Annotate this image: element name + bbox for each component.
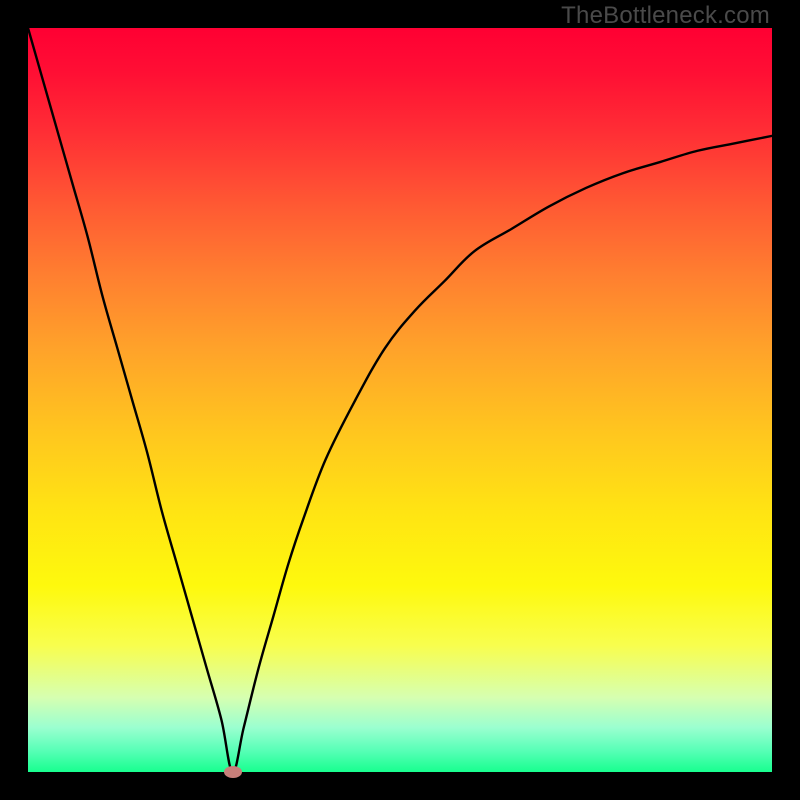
watermark-text: TheBottleneck.com	[561, 2, 770, 30]
plot-area	[28, 28, 772, 772]
chart-frame: TheBottleneck.com	[0, 0, 800, 800]
bottleneck-curve	[28, 28, 772, 772]
bottleneck-curve-svg	[28, 28, 772, 772]
optimal-point-marker	[224, 766, 242, 778]
